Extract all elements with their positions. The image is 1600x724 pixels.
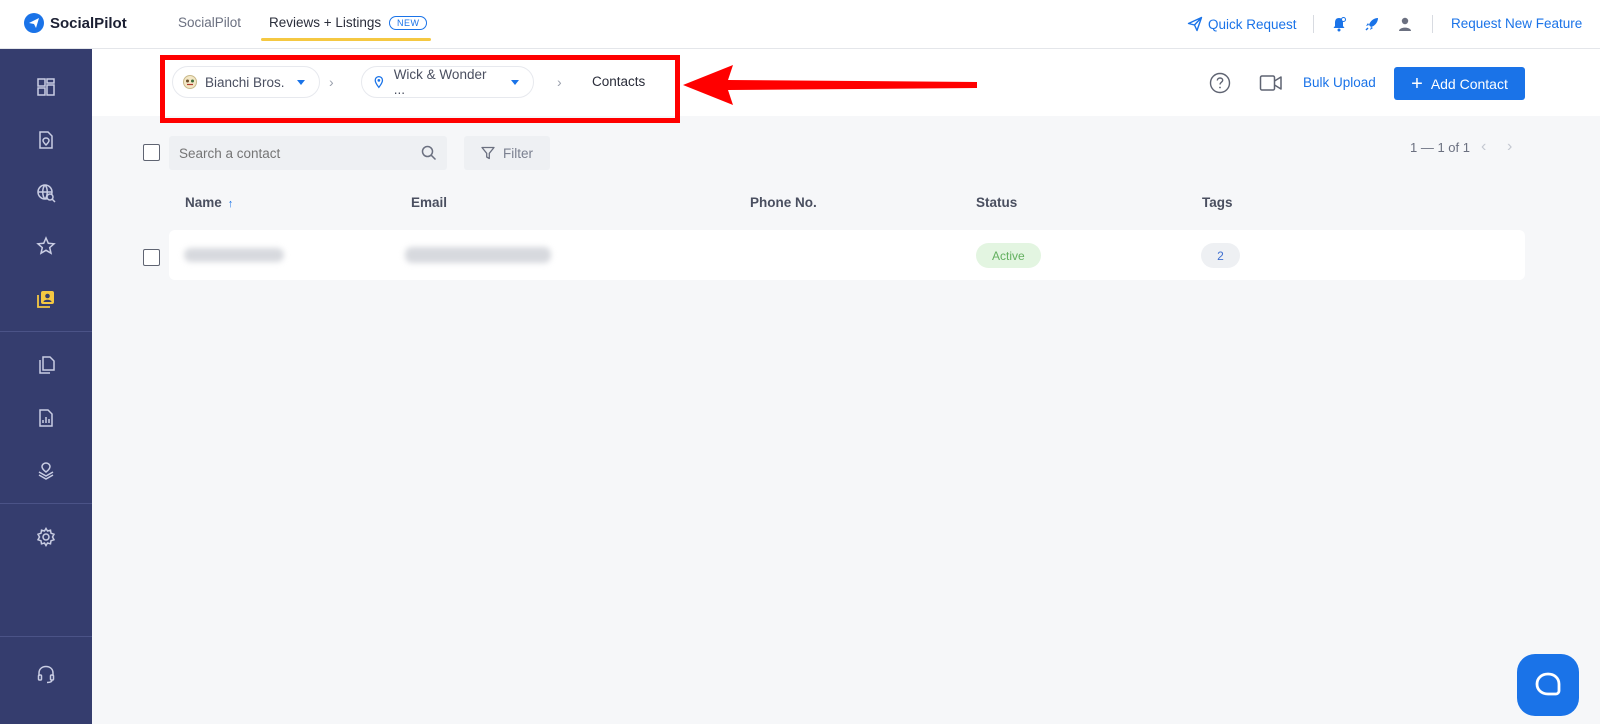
tags-count-badge[interactable]: 2 [1201,243,1240,268]
help-icon[interactable] [1209,72,1231,94]
add-contact-label: Add Contact [1430,75,1508,92]
filter-funnel-icon [481,146,495,160]
column-header-name[interactable]: Name ↑ [185,195,233,210]
video-camera-icon[interactable] [1259,72,1283,94]
map-layers-icon[interactable] [34,459,58,483]
star-icon[interactable] [34,234,58,258]
quick-request-label: Quick Request [1208,16,1297,32]
send-icon [1187,16,1203,32]
copy-pages-icon[interactable] [34,353,58,377]
search-input-wrapper [169,136,447,170]
search-icon[interactable] [421,145,437,161]
sidebar-divider [0,331,92,332]
chevron-left-icon[interactable]: ‹ [1481,138,1486,156]
plus-icon: + [1411,72,1423,95]
contact-email-redacted [405,247,551,263]
paper-plane-icon [24,13,44,33]
report-icon[interactable] [34,406,58,430]
bulk-upload-link[interactable]: Bulk Upload [1303,75,1376,90]
filter-button[interactable]: Filter [464,136,550,170]
annotation-highlight-box [160,55,680,123]
status-badge: Active [976,243,1041,268]
contacts-icon[interactable] [34,287,58,311]
chat-support-button[interactable] [1517,654,1579,716]
location-document-icon[interactable] [34,128,58,152]
add-contact-button[interactable]: + Add Contact [1394,67,1525,100]
request-new-feature-link[interactable]: Request New Feature [1451,16,1582,31]
pagination-info: 1 — 1 of 1 [1410,140,1470,155]
divider [1432,15,1433,33]
headset-icon[interactable] [34,662,58,686]
tab-reviews-listings[interactable]: Reviews + Listings NEW [261,15,431,41]
notification-bell-icon[interactable] [1330,15,1348,33]
active-tab-underline [261,38,431,41]
row-checkbox[interactable] [143,249,160,266]
tab-socialpilot[interactable]: SocialPilot [178,15,241,30]
table-row[interactable]: Active 2 [169,230,1525,280]
contact-name-redacted [184,248,284,262]
column-header-email: Email [411,195,448,210]
sidebar-divider [0,503,92,504]
globe-search-icon[interactable] [34,181,58,205]
brand-name: SocialPilot [50,14,127,32]
filter-label: Filter [503,145,533,161]
quick-request-link[interactable]: Quick Request [1187,16,1297,32]
sidebar [0,49,92,724]
rocket-icon[interactable] [1363,15,1381,33]
annotation-arrow-icon [683,65,977,105]
top-bar: SocialPilot SocialPilot Reviews + Listin… [0,0,1600,49]
user-profile-icon[interactable] [1396,15,1414,33]
brand-logo[interactable]: SocialPilot [24,13,127,33]
tab-label: Reviews + Listings [269,15,382,30]
column-header-status: Status [976,195,1018,210]
new-badge: NEW [388,16,428,30]
search-input[interactable] [179,145,421,161]
column-header-label: Name [185,195,222,210]
dashboard-icon[interactable] [34,75,58,99]
column-header-phone: Phone No. [750,195,817,210]
chevron-right-icon[interactable]: › [1507,138,1512,156]
settings-icon[interactable] [34,525,58,549]
sort-arrow-up-icon: ↑ [227,198,234,210]
chat-bubble-icon [1535,672,1561,696]
tab-label: SocialPilot [178,15,242,30]
select-all-checkbox[interactable] [143,144,160,161]
divider [1313,15,1314,33]
sidebar-divider [0,636,92,637]
column-header-tags: Tags [1202,195,1233,210]
